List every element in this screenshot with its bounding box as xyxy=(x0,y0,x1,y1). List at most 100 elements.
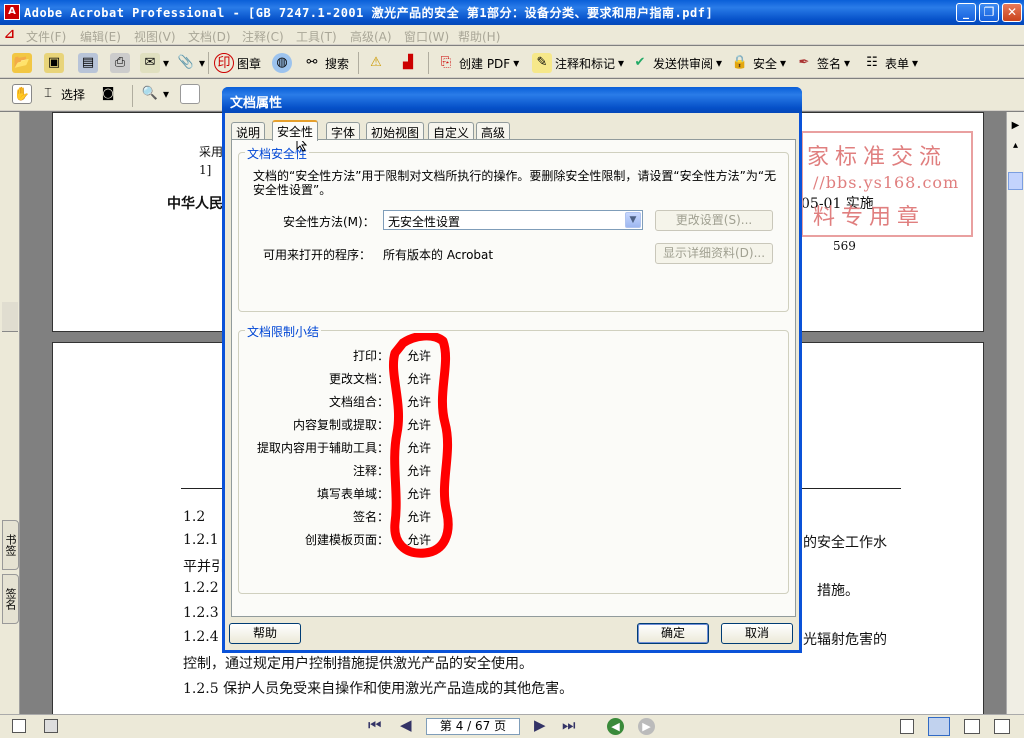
menu-window[interactable]: 窗口(W) xyxy=(404,28,449,45)
review-label: 发送供审阅 xyxy=(653,56,714,71)
title-bar: A Adobe Acrobat Professional - [GB 7247.… xyxy=(0,0,1024,25)
create-pdf-icon: ⎘ xyxy=(440,55,452,70)
restore-button[interactable]: ❐ xyxy=(979,3,999,22)
scroll-thumb[interactable] xyxy=(1008,172,1023,190)
monitor-icon[interactable] xyxy=(12,719,26,733)
organizer-icon: ▣ xyxy=(44,53,64,73)
page-text: 1] xyxy=(199,163,212,177)
create-pdf-button[interactable]: ⎘ 创建 PDF ▾ xyxy=(436,52,519,74)
page-text: 1.2.5 保护人员免受来自操作和使用激光产品造成的其他危害。 xyxy=(183,681,574,697)
ok-button[interactable]: 确定 xyxy=(637,623,709,644)
stamp-text: 家标准交流 xyxy=(807,145,948,170)
scroll-arrow-icon[interactable]: ▶ xyxy=(1008,120,1023,135)
send-review-button[interactable]: ✔ 发送供审阅 ▾ xyxy=(630,52,723,74)
open-button[interactable]: 📂 xyxy=(12,52,32,74)
search-button[interactable]: ⚯ 搜索 xyxy=(302,52,349,74)
restriction-label: 打印： xyxy=(352,349,389,363)
tab-custom[interactable]: 自定义 xyxy=(428,122,475,140)
document-properties-dialog: 文档属性 说明 安全性 字体 初始视图 自定义 高级 文档安全性 文档的“安全性… xyxy=(222,87,802,653)
save-button[interactable]: ▤ xyxy=(78,52,98,74)
first-page-icon[interactable]: ⏮ xyxy=(368,716,382,734)
forms-button[interactable]: ☷ 表单 ▾ xyxy=(862,52,918,74)
menu-view[interactable]: 视图(V) xyxy=(134,28,176,45)
chart-button[interactable]: ▟ xyxy=(398,52,418,74)
tab-advanced[interactable]: 高级 xyxy=(476,122,511,140)
organizer-button[interactable]: ▣ xyxy=(44,52,64,74)
acrobat-app-icon[interactable]: A xyxy=(4,4,20,20)
cancel-button[interactable]: 取消 xyxy=(721,623,793,644)
envelope-icon: ✉ xyxy=(140,53,160,73)
pane-toggle[interactable] xyxy=(2,302,18,332)
page-text: 的安全工作水 xyxy=(803,535,887,551)
tab-security[interactable]: 安全性 xyxy=(272,120,319,141)
hand-tool-button[interactable]: ✋ xyxy=(12,83,32,105)
restriction-label: 签名： xyxy=(352,510,389,524)
warning-button[interactable]: ⚠ xyxy=(366,52,386,74)
create-pdf-label: 创建 PDF xyxy=(459,56,511,71)
continuous-icon[interactable] xyxy=(928,717,950,736)
menu-document[interactable]: 文档(D) xyxy=(188,28,231,45)
save-disk-icon: ▤ xyxy=(78,53,98,73)
navigation-pane: 书签 签名 xyxy=(0,112,20,714)
print-button[interactable]: ⎙ xyxy=(110,52,130,74)
help-button[interactable]: 帮助 xyxy=(229,623,301,644)
tab-fonts[interactable]: 字体 xyxy=(326,122,361,140)
tab-description[interactable]: 说明 xyxy=(231,122,266,140)
menu-help[interactable]: 帮助(H) xyxy=(458,28,500,45)
cursor-icon: ⌶ xyxy=(44,86,52,101)
show-details-button[interactable]: 显示详细资料(D)... xyxy=(655,243,773,264)
security-tab-panel: 文档安全性 文档的“安全性方法”用于限制对文档所执行的操作。要删除安全性限制，请… xyxy=(231,139,796,617)
menu-advanced[interactable]: 高级(A) xyxy=(350,28,392,45)
change-settings-button[interactable]: 更改设置(S)... xyxy=(655,210,773,231)
single-page-icon[interactable] xyxy=(900,719,914,734)
bookmarks-tab[interactable]: 书签 xyxy=(2,520,19,570)
minimize-button[interactable]: _ xyxy=(956,3,976,22)
restriction-label: 填写表单域： xyxy=(316,487,389,501)
menu-tools[interactable]: 工具(T) xyxy=(296,28,337,45)
actual-size-button[interactable] xyxy=(180,83,200,105)
menu-file[interactable]: 文件(F) xyxy=(26,28,66,45)
page-setup-icon[interactable] xyxy=(44,719,58,733)
snapshot-button[interactable]: ◙ xyxy=(98,83,118,105)
select-tool-button[interactable]: ⌶ 选择 xyxy=(38,83,85,105)
stamp-text: 料专用章 xyxy=(813,205,926,230)
send-review-icon: ✔ xyxy=(634,55,646,70)
signatures-tab[interactable]: 签名 xyxy=(2,574,19,624)
previous-page-icon[interactable]: ◀ xyxy=(400,716,412,734)
binoculars-icon: ⚯ xyxy=(306,55,318,70)
select-label: 选择 xyxy=(61,87,86,102)
chevron-down-icon[interactable]: ▼ xyxy=(625,212,641,228)
tab-initial-view[interactable]: 初始视图 xyxy=(366,122,425,140)
red-freehand-annotation xyxy=(388,333,453,558)
restriction-label: 注释： xyxy=(352,464,389,478)
section-number: 1.2.1 xyxy=(183,532,219,548)
stamp-button[interactable]: 印图章 xyxy=(214,52,261,74)
sign-button[interactable]: ✒ 签名 ▾ xyxy=(794,52,851,74)
scroll-up-icon[interactable]: ▴ xyxy=(1008,140,1023,155)
go-forward-icon[interactable]: ▶ xyxy=(638,718,655,735)
comment-markup-button[interactable]: ✎ 注释和标记 ▾ xyxy=(532,52,624,74)
menu-comments[interactable]: 注释(C) xyxy=(242,28,284,45)
dialog-title: 文档属性 xyxy=(222,87,802,113)
email-button[interactable]: ✉ ▾ xyxy=(140,52,169,74)
pdf-document-icon[interactable]: ⊿ xyxy=(4,27,20,43)
page-number-field[interactable]: 第 4 / 67 页 xyxy=(426,718,520,735)
attach-button[interactable]: 📎 ▾ xyxy=(176,52,205,74)
window-title: Adobe Acrobat Professional - [GB 7247.1-… xyxy=(24,6,714,20)
menu-edit[interactable]: 编辑(E) xyxy=(80,28,121,45)
restrictions-summary-group: 文档限制小结 打印： 允许 更改文档： 允许 文档组合： 允许 内容复制或提取： 允许 提取内容… xyxy=(238,323,789,594)
status-bar: ⏮ ◀ 第 4 / 67 页 ▶ ⏭ ◀ ▶ xyxy=(0,714,1024,738)
last-page-icon[interactable]: ⏭ xyxy=(562,716,576,734)
security-button[interactable]: 🔒 安全 ▾ xyxy=(730,52,786,74)
zoom-button[interactable]: 🔍 ▾ xyxy=(140,83,169,105)
close-button[interactable]: ✕ xyxy=(1002,3,1022,22)
go-back-icon[interactable]: ◀ xyxy=(607,718,624,735)
restriction-label: 提取内容用于辅助工具： xyxy=(256,441,389,455)
pen-icon: ✒ xyxy=(798,55,810,70)
vertical-scrollbar[interactable]: ▶ ▴ xyxy=(1006,112,1024,714)
web-button[interactable]: ◍ xyxy=(272,52,292,74)
next-page-icon[interactable]: ▶ xyxy=(534,716,546,734)
security-method-select[interactable]: 无安全性设置 ▼ xyxy=(383,210,643,230)
continuous-facing-icon[interactable] xyxy=(994,719,1010,734)
facing-icon[interactable] xyxy=(964,719,980,734)
